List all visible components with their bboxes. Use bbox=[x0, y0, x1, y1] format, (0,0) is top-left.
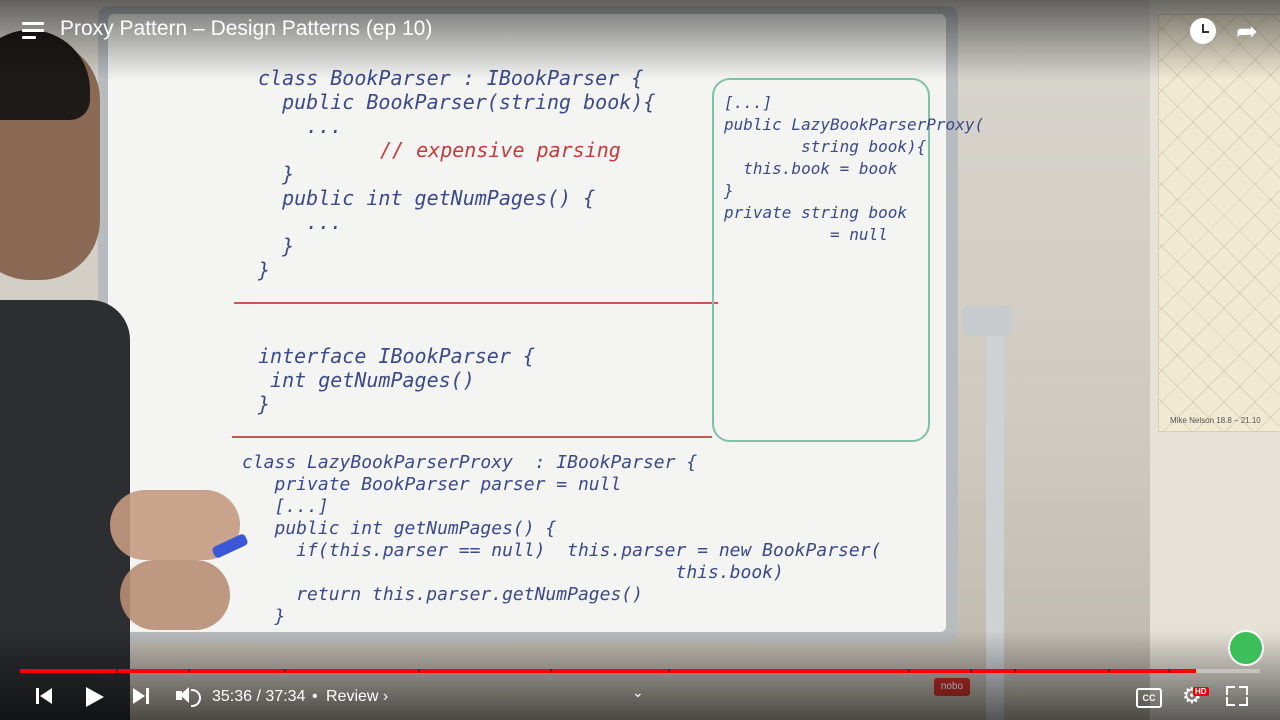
constructor-code: [...] public LazyBookParserProxy( string… bbox=[724, 93, 985, 244]
board-clamp-right bbox=[962, 306, 1012, 336]
chapter-marker bbox=[1014, 669, 1016, 673]
time-display: 35:36 / 37:34 bbox=[212, 688, 306, 705]
chapter-marker bbox=[418, 669, 420, 673]
divider-line bbox=[232, 436, 712, 438]
current-time: 35:36 bbox=[212, 688, 253, 705]
hd-badge: HD bbox=[1193, 687, 1209, 696]
video-player[interactable]: Mike Nelson 18.8 – 21.10 nobo class Book… bbox=[0, 0, 1280, 720]
bookparser-code-2: } public int getNumPages() { ... } } bbox=[258, 162, 596, 282]
chapter-marker bbox=[550, 669, 552, 673]
progress-bar[interactable] bbox=[20, 669, 1260, 673]
watch-later-icon[interactable] bbox=[1190, 18, 1216, 44]
menu-icon[interactable] bbox=[22, 22, 44, 40]
interface-code: interface IBookParser { int getNumPages(… bbox=[258, 344, 535, 416]
play-icon[interactable] bbox=[84, 686, 106, 708]
chapter-marker bbox=[1168, 669, 1170, 673]
chapter-marker bbox=[668, 669, 670, 673]
cc-icon[interactable]: CC bbox=[1136, 688, 1162, 708]
channel-avatar[interactable] bbox=[1228, 630, 1264, 666]
duration: 37:34 bbox=[265, 688, 306, 705]
share-icon[interactable]: ➦ bbox=[1236, 18, 1264, 44]
chevron-up-icon[interactable]: ⌄ bbox=[632, 684, 644, 701]
time-separator: • bbox=[312, 688, 318, 705]
video-title[interactable]: Proxy Pattern – Design Patterns (ep 10) bbox=[60, 17, 432, 41]
expensive-parsing-comment: // expensive parsing bbox=[380, 138, 621, 162]
divider-line bbox=[234, 302, 718, 304]
chapter-marker bbox=[908, 669, 910, 673]
poster-caption: Mike Nelson 18.8 – 21.10 bbox=[1170, 416, 1261, 425]
previous-icon[interactable] bbox=[34, 686, 54, 706]
fullscreen-icon[interactable] bbox=[1226, 686, 1248, 706]
progress-fill bbox=[20, 669, 1196, 673]
proxy-code: class LazyBookParserProxy : IBookParser … bbox=[242, 452, 882, 627]
chapter-marker bbox=[970, 669, 972, 673]
chapter-marker bbox=[116, 669, 118, 673]
chapter-marker bbox=[188, 669, 190, 673]
chapter-button[interactable]: Review › bbox=[326, 688, 388, 706]
chapter-marker bbox=[284, 669, 286, 673]
presenter-hand bbox=[120, 560, 230, 630]
chapter-marker bbox=[1108, 669, 1110, 673]
next-icon[interactable] bbox=[132, 686, 152, 706]
